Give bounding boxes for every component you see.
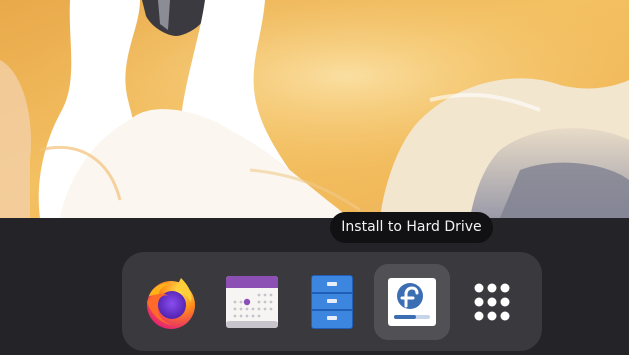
dock-item-firefox[interactable] bbox=[133, 264, 209, 340]
show-applications-button[interactable] bbox=[454, 264, 530, 340]
dock-item-files[interactable] bbox=[294, 264, 370, 340]
dock-item-install-to-hard-drive[interactable] bbox=[374, 264, 450, 340]
tooltip-label: Install to Hard Drive bbox=[341, 219, 482, 235]
dock-item-calendar[interactable] bbox=[214, 264, 290, 340]
calendar-icon bbox=[226, 276, 278, 328]
dock-tooltip: Install to Hard Drive bbox=[330, 212, 493, 243]
app-grid-icon bbox=[474, 283, 510, 321]
file-cabinet-icon bbox=[311, 275, 353, 329]
rocket-launch-wallpaper bbox=[0, 0, 629, 218]
desktop-wallpaper bbox=[0, 0, 629, 218]
dash-dock bbox=[122, 252, 542, 351]
fedora-installer-icon bbox=[388, 278, 436, 326]
firefox-icon bbox=[147, 278, 195, 329]
